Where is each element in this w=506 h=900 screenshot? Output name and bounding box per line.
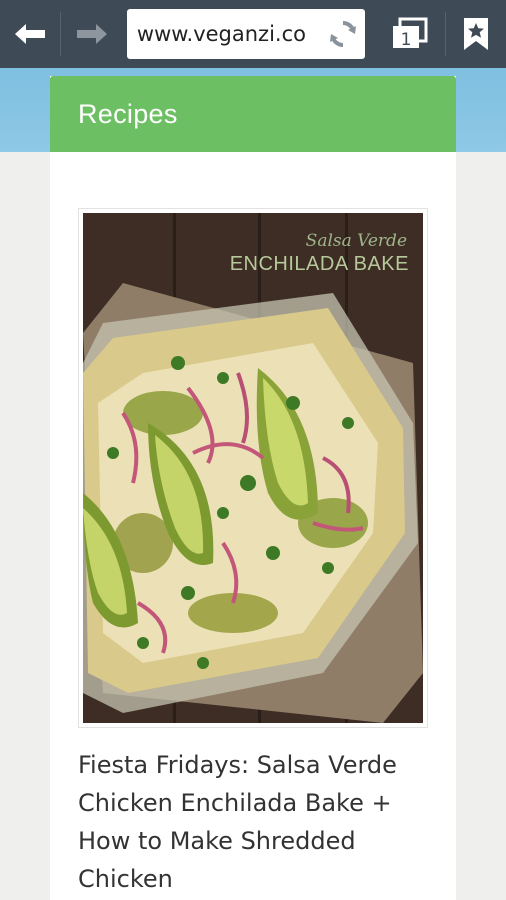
tabs-icon: 1 (393, 17, 428, 50)
browser-toolbar: www.veganzi.co 1 (0, 0, 506, 68)
forward-arrow-icon (76, 24, 107, 44)
section-header: Recipes (50, 76, 456, 152)
recipe-photo: Salsa Verde ENCHILADA BAKE (83, 213, 423, 723)
enchilada-photo-art (83, 213, 423, 723)
back-button[interactable] (0, 0, 60, 68)
image-caption-title: ENCHILADA BAKE (229, 253, 409, 275)
section-title: Recipes (78, 98, 178, 129)
reload-icon[interactable] (327, 18, 359, 50)
image-caption-script: Salsa Verde (305, 231, 407, 251)
bookmark-star-icon (464, 18, 488, 50)
url-bar[interactable]: www.veganzi.co (126, 9, 366, 59)
url-text[interactable]: www.veganzi.co (137, 22, 333, 46)
bookmark-button[interactable] (446, 0, 506, 68)
tabs-button[interactable]: 1 (375, 0, 445, 68)
tab-count: 1 (401, 30, 412, 50)
content-card: Recipes Salsa Verde ENCHILADA BAKE Fiest… (50, 76, 456, 900)
article-title-link[interactable]: Fiesta Fridays: Salsa Verde Chicken Ench… (78, 746, 438, 898)
recipe-image-link[interactable]: Salsa Verde ENCHILADA BAKE (78, 208, 428, 728)
back-arrow-icon (15, 24, 45, 44)
forward-button[interactable] (61, 0, 123, 68)
